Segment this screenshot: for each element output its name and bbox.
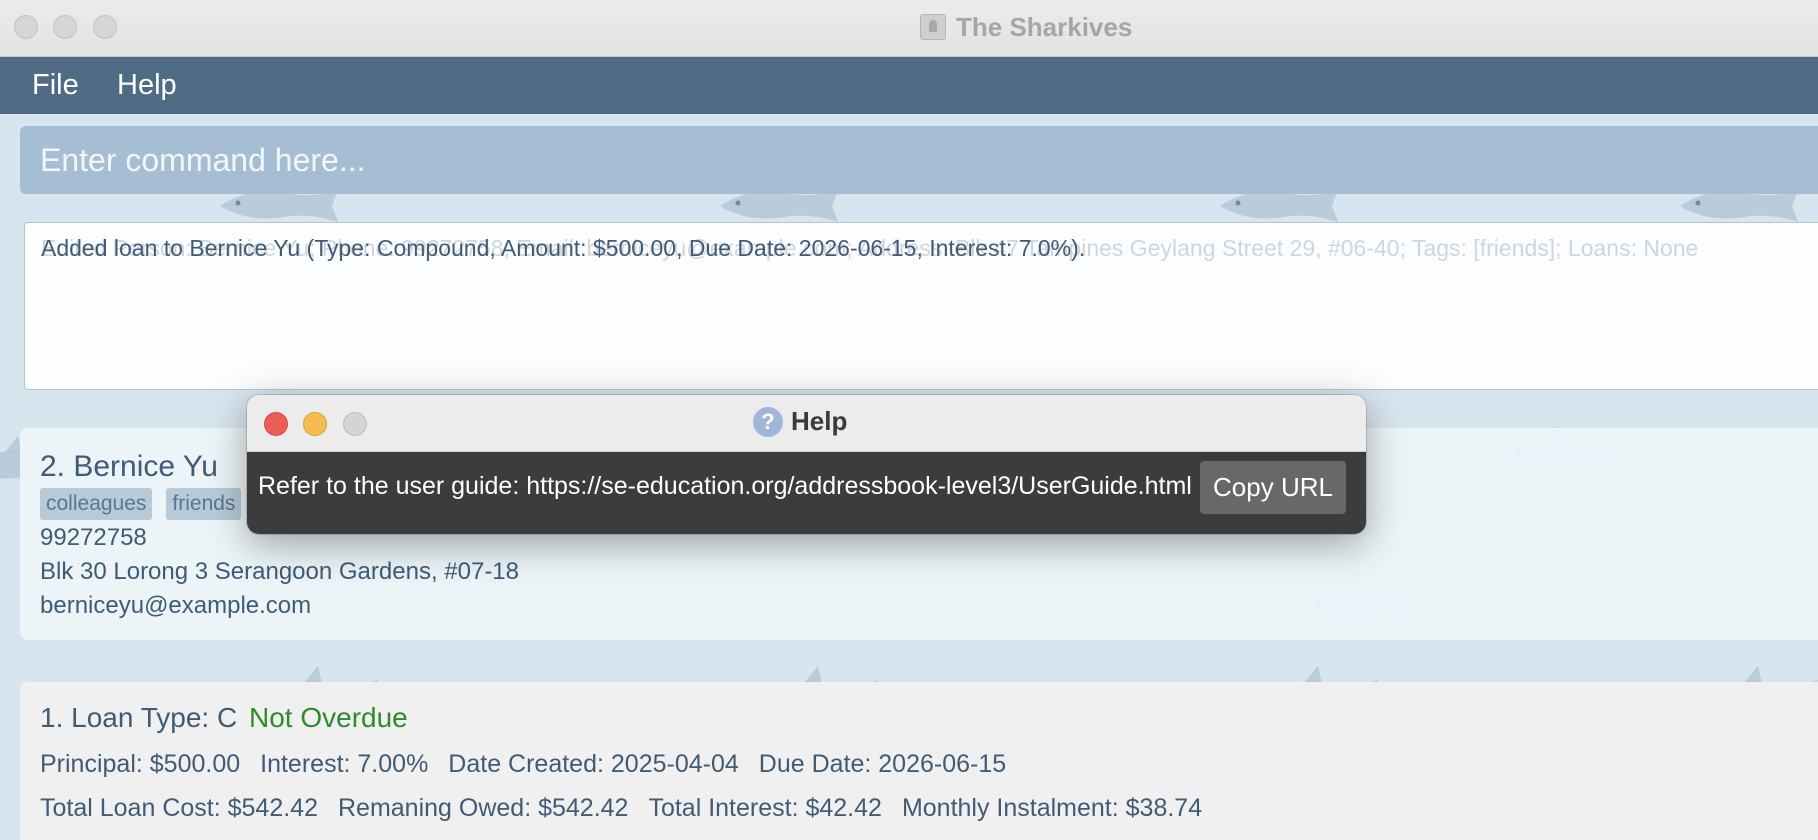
- command-box: [20, 126, 1818, 194]
- question-icon: ?: [753, 406, 783, 437]
- help-dialog: ? Help Refer to the user guide: https://…: [247, 395, 1366, 534]
- help-close-button[interactable]: [264, 412, 288, 436]
- person-name: 2. Bernice Yu: [40, 450, 218, 483]
- result-text: Added loan to Bernice Yu (Type: Compound…: [41, 235, 1086, 261]
- loan-summary-row: Total Loan Cost: $542.42 Remaning Owed: …: [40, 794, 1202, 823]
- help-message: Refer to the user guide: https://se-educ…: [258, 472, 1192, 500]
- window-titlebar: The Sharkives: [0, 0, 1818, 57]
- command-input[interactable]: [40, 126, 1740, 194]
- tag: friends: [166, 488, 242, 520]
- person-phone: 99272758: [40, 524, 147, 551]
- loan-remaining: Remaning Owed: $542.42: [337, 794, 629, 822]
- maximize-window-button[interactable]: [93, 15, 117, 39]
- window-title-group: The Sharkives: [920, 11, 1132, 43]
- loan-date-created: Date Created: 2025-04-04: [448, 750, 739, 778]
- help-dialog-titlebar: ? Help: [247, 395, 1366, 452]
- loan-monthly-instalment: Monthly Instalment: $38.74: [901, 794, 1203, 822]
- help-maximize-button[interactable]: [343, 412, 367, 436]
- app-icon: [920, 14, 946, 40]
- close-window-button[interactable]: [14, 15, 38, 39]
- menu-bar: File Help: [0, 57, 1818, 114]
- loan-interest: Interest: 7.00%: [260, 750, 429, 778]
- help-title: Help: [791, 406, 848, 436]
- loan-title: 1. Loan Type: C: [40, 702, 238, 733]
- help-minimize-button[interactable]: [303, 412, 327, 436]
- loan-status: Not Overdue: [249, 702, 408, 733]
- person-address: Blk 30 Lorong 3 Serangoon Gardens, #07-1…: [40, 558, 520, 585]
- loan-due-date: Due Date: 2026-06-15: [758, 750, 1007, 778]
- tag-list: colleagues friends: [40, 488, 242, 520]
- menu-help[interactable]: Help: [117, 69, 177, 102]
- person-email: berniceyu@example.com: [40, 592, 312, 619]
- window-title: The Sharkives: [956, 11, 1133, 42]
- help-dialog-body: Refer to the user guide: https://se-educ…: [247, 452, 1366, 534]
- loan-total-cost: Total Loan Cost: $542.42: [40, 794, 318, 822]
- loan-principal: Principal: $500.00: [40, 750, 241, 778]
- menu-file[interactable]: File: [32, 69, 79, 102]
- help-title-group: ? Help: [753, 406, 847, 437]
- copy-url-button[interactable]: Copy URL: [1200, 461, 1346, 514]
- loan-total-interest: Total Interest: $42.42: [648, 794, 882, 822]
- tag: colleagues: [40, 488, 153, 520]
- minimize-window-button[interactable]: [53, 15, 77, 39]
- loan-details-row: Principal: $500.00 Interest: 7.00% Date …: [40, 750, 1006, 779]
- loan-card[interactable]: 1. Loan Type: C Not Overdue Principal: $…: [20, 682, 1818, 840]
- result-display[interactable]: Edited Person: Bernice Yu; Phone: 992727…: [24, 222, 1818, 390]
